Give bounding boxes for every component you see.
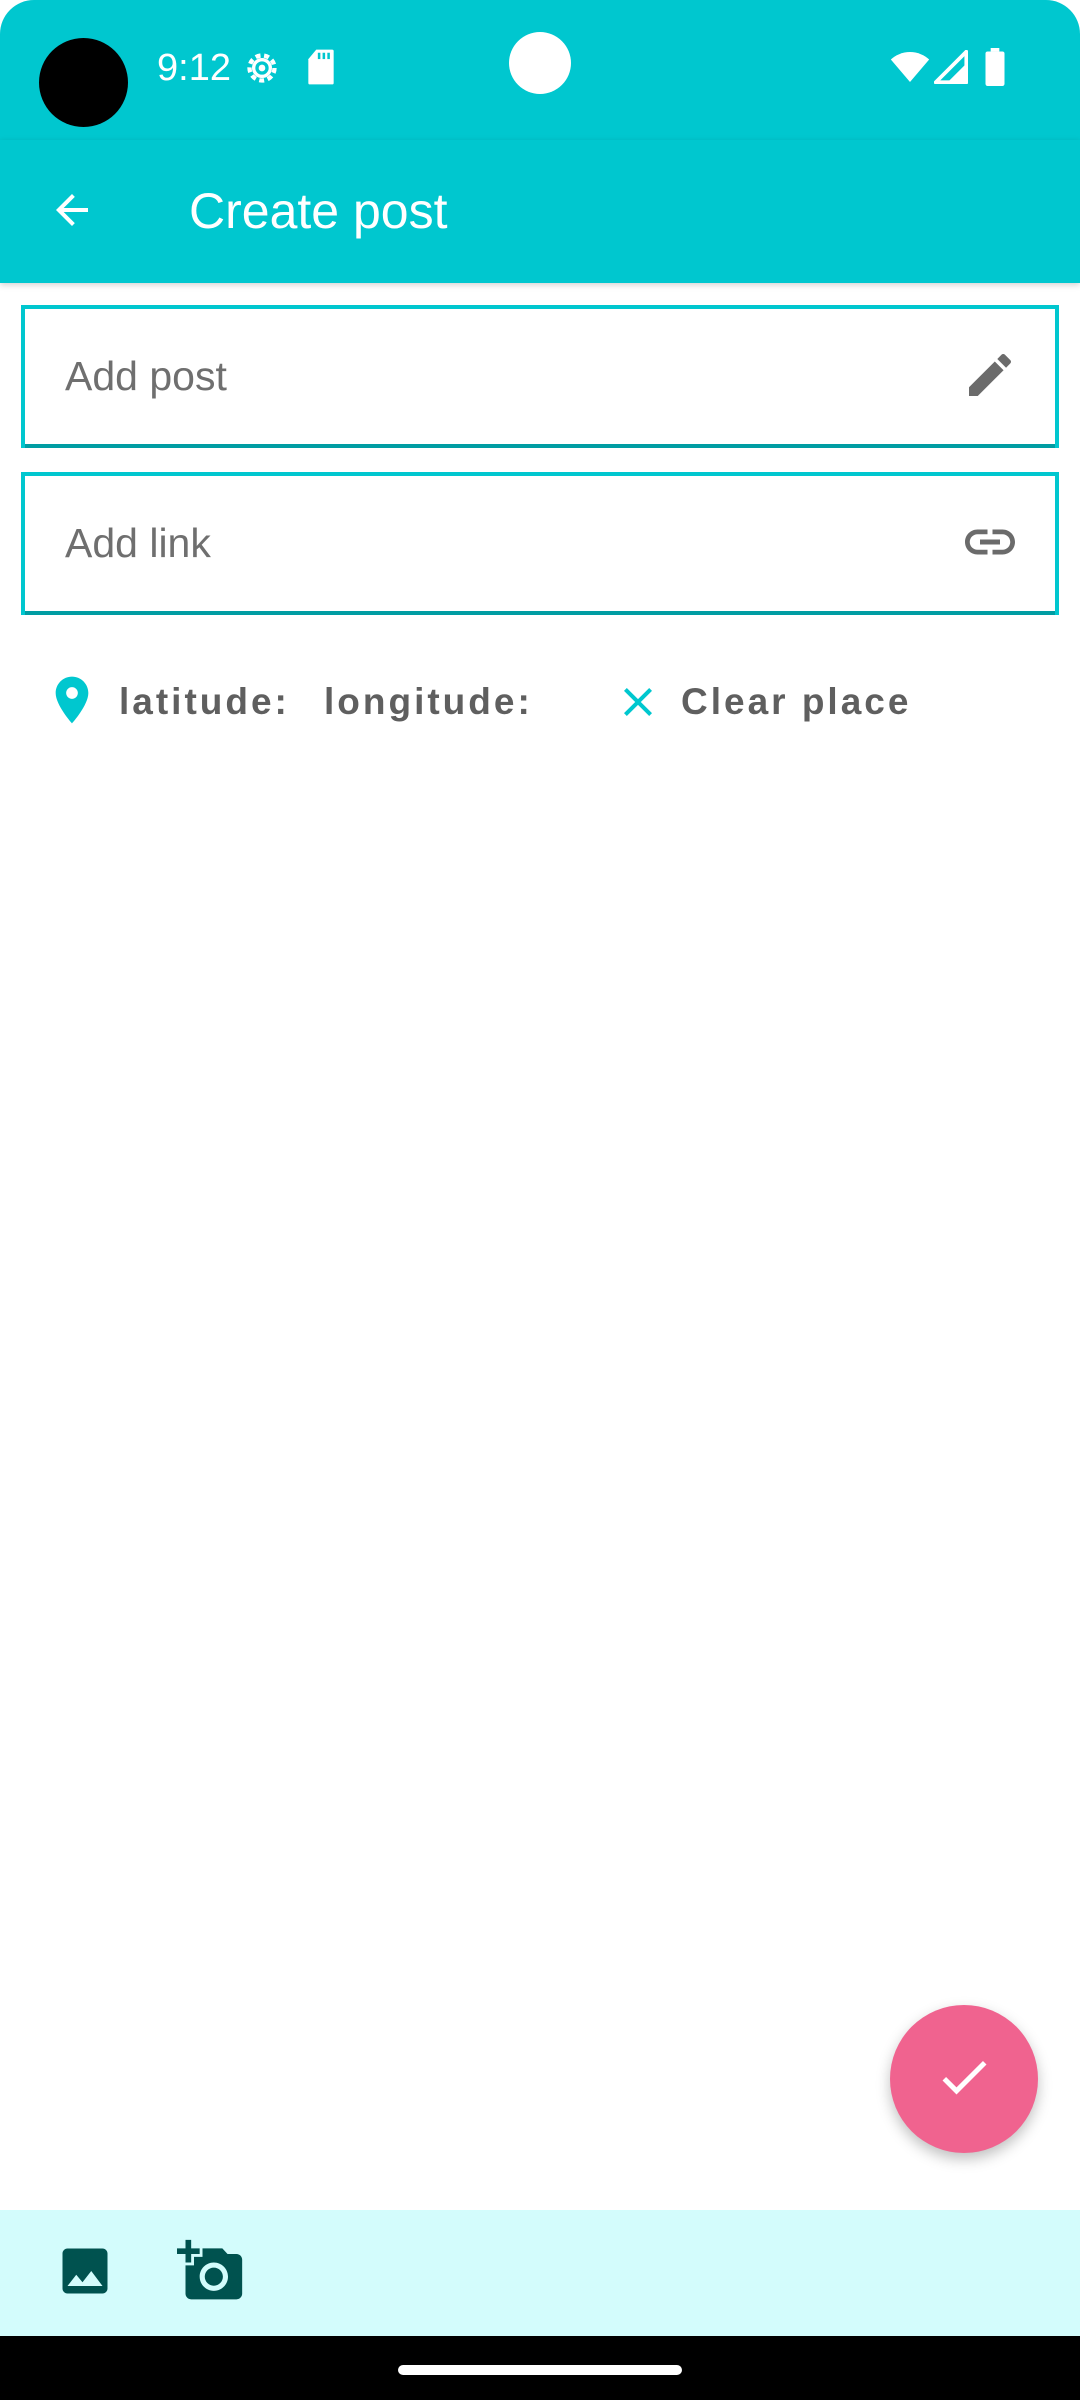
- post-field: [21, 305, 1059, 448]
- status-bar: 9:12: [0, 0, 1080, 140]
- cell-signal-icon: [933, 49, 969, 89]
- location-row: latitude: longitude: Clear place: [0, 660, 1080, 740]
- system-nav-bar: [0, 2336, 1080, 2400]
- status-time: 9:12: [157, 47, 231, 89]
- save-post-fab[interactable]: [890, 2005, 1038, 2153]
- link-input[interactable]: [63, 476, 923, 611]
- add-camera-icon: [177, 2237, 245, 2310]
- latitude-label: latitude:: [119, 681, 290, 722]
- image-gallery-icon: [55, 2241, 115, 2306]
- edit-pencil-icon: [962, 347, 1018, 408]
- location-pin-icon: [44, 672, 100, 733]
- arrow-back-icon: [48, 186, 96, 239]
- link-button[interactable]: [955, 509, 1025, 579]
- check-icon: [934, 2047, 994, 2112]
- link-icon: [960, 512, 1020, 577]
- camera-cutout: [39, 38, 128, 127]
- clear-place-label: Clear place: [681, 681, 912, 722]
- post-input[interactable]: [63, 309, 923, 444]
- settings-gear-icon: [242, 48, 282, 93]
- home-gesture-handle[interactable]: [398, 2365, 682, 2375]
- wifi-icon: [890, 50, 930, 89]
- take-photo-button[interactable]: [168, 2230, 254, 2316]
- sd-card-icon: [306, 48, 336, 91]
- page-title: Create post: [189, 183, 448, 239]
- create-post-screen: 9:12 Create post Add post Add link latit…: [0, 0, 1080, 2400]
- app-bar: Create post: [0, 140, 1080, 283]
- link-field: [21, 472, 1059, 615]
- bottom-toolbar: [0, 2210, 1080, 2336]
- pick-image-button[interactable]: [42, 2230, 128, 2316]
- back-button[interactable]: [36, 176, 108, 248]
- front-sensor: [509, 32, 571, 94]
- battery-icon: [984, 48, 1006, 91]
- clear-place-button[interactable]: Clear place: [600, 660, 920, 740]
- close-icon: [614, 678, 662, 731]
- longitude-label: longitude:: [324, 681, 533, 722]
- edit-post-button[interactable]: [955, 342, 1025, 412]
